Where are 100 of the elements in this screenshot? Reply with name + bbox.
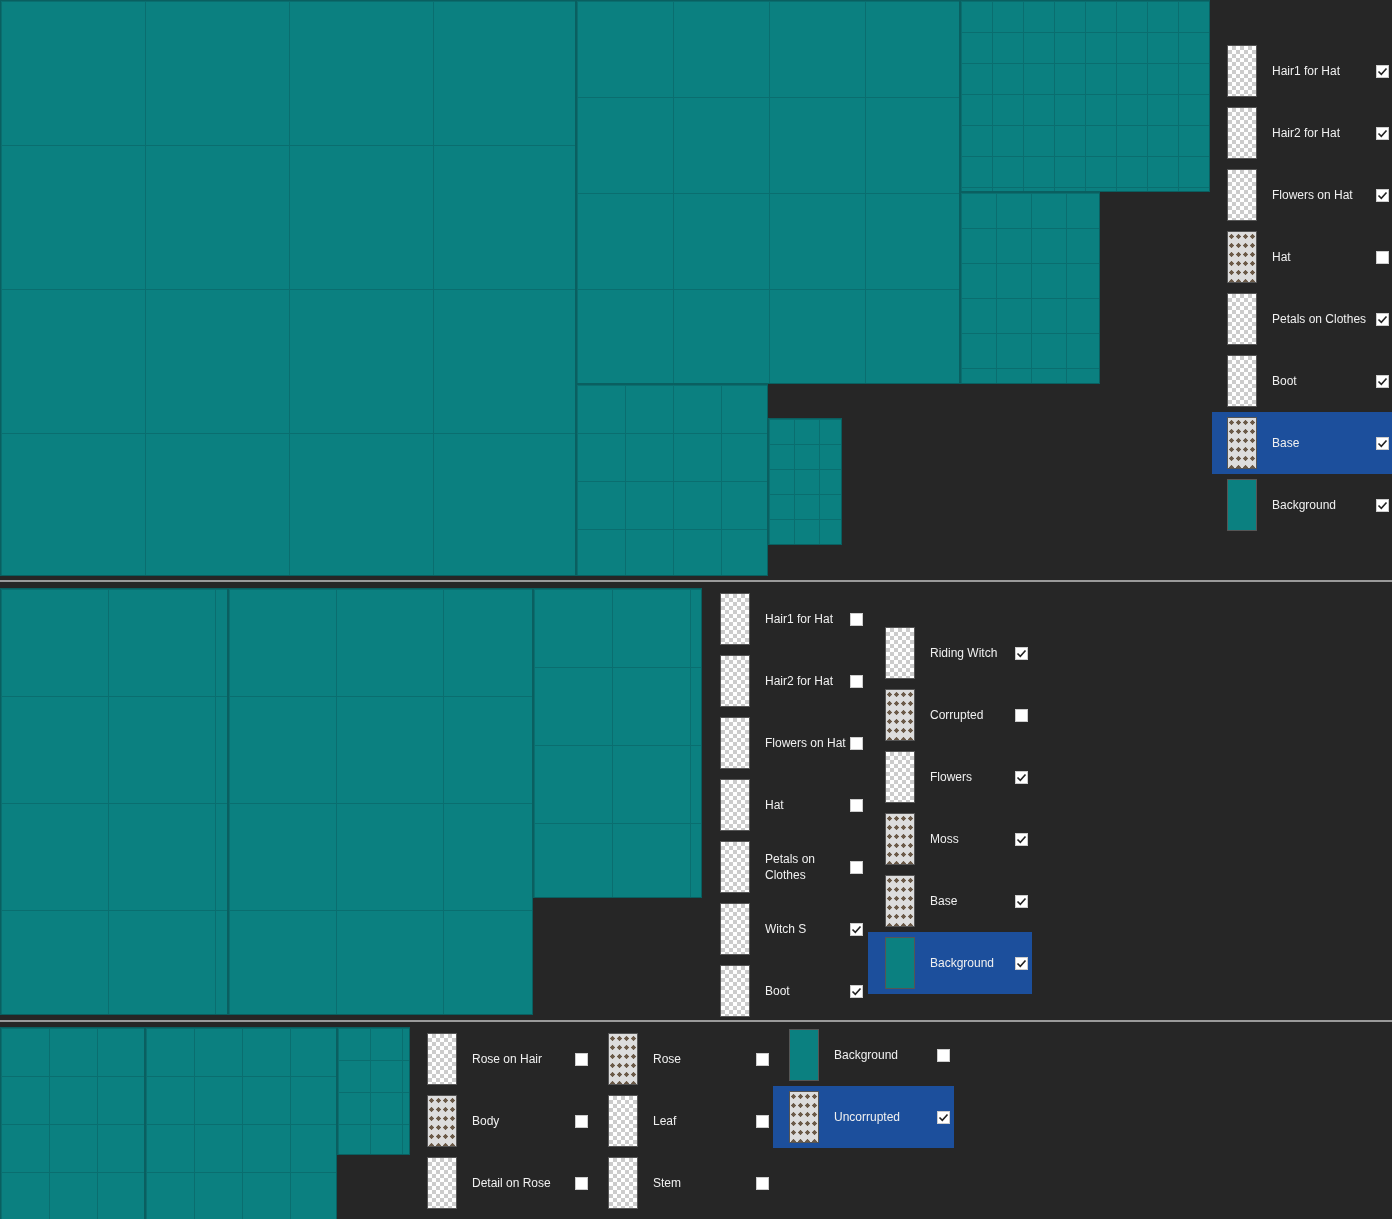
- layer-row[interactable]: Base: [868, 870, 1032, 932]
- sprite-thumbnail: [1227, 231, 1257, 283]
- color-thumbnail: [789, 1029, 819, 1081]
- layer-row[interactable]: Uncorrupted: [773, 1086, 954, 1148]
- transparent-thumbnail: [427, 1157, 457, 1209]
- visibility-checkbox[interactable]: [850, 612, 863, 626]
- layer-row[interactable]: Boot: [1212, 350, 1392, 412]
- transparent-thumbnail: [720, 779, 750, 831]
- layer-name: Hair1 for Hat: [1272, 63, 1342, 79]
- visibility-checkbox[interactable]: [850, 922, 863, 936]
- visibility-checkbox[interactable]: [1376, 374, 1389, 388]
- layer-name: Background: [1272, 497, 1338, 513]
- layer-name: Moss: [930, 831, 960, 847]
- visibility-checkbox[interactable]: [850, 860, 863, 874]
- layer-name: Body: [472, 1113, 501, 1129]
- visibility-checkbox[interactable]: [575, 1052, 588, 1066]
- visibility-checkbox[interactable]: [937, 1110, 950, 1124]
- visibility-checkbox[interactable]: [1376, 436, 1389, 450]
- color-thumbnail: [1227, 479, 1257, 531]
- visibility-checkbox[interactable]: [575, 1176, 588, 1190]
- layer-row[interactable]: Leaf: [608, 1090, 773, 1152]
- transparent-thumbnail: [1227, 293, 1257, 345]
- layer-row[interactable]: Flowers on Hat: [1212, 164, 1392, 226]
- layer-row[interactable]: Background: [868, 932, 1032, 994]
- layer-row[interactable]: Riding Witch: [868, 622, 1032, 684]
- visibility-checkbox[interactable]: [575, 1114, 588, 1128]
- visibility-checkbox[interactable]: [756, 1052, 769, 1066]
- transparent-thumbnail: [885, 627, 915, 679]
- visibility-checkbox[interactable]: [1015, 708, 1028, 722]
- transparent-thumbnail: [1227, 169, 1257, 221]
- layer-row[interactable]: Petals on Clothes: [720, 836, 868, 898]
- layer-name: Boot: [765, 983, 791, 999]
- layer-row[interactable]: Hair1 for Hat: [720, 588, 868, 650]
- layer-name: Uncorrupted: [834, 1109, 902, 1125]
- color-thumbnail: [885, 937, 915, 989]
- layer-row[interactable]: Rose: [608, 1028, 773, 1090]
- visibility-checkbox[interactable]: [1376, 498, 1389, 512]
- visibility-checkbox[interactable]: [1015, 894, 1028, 908]
- layer-row[interactable]: Boot: [720, 960, 868, 1022]
- layer-row[interactable]: Background: [1212, 474, 1392, 536]
- layer-name: Detail on Rose: [472, 1175, 552, 1191]
- layer-name: Leaf: [653, 1113, 678, 1129]
- visibility-checkbox[interactable]: [1376, 64, 1389, 78]
- layer-row[interactable]: Hat: [1212, 226, 1392, 288]
- layer-name: Riding Witch: [930, 645, 999, 661]
- visibility-checkbox[interactable]: [1015, 832, 1028, 846]
- layer-name: Witch S: [765, 921, 808, 937]
- visibility-checkbox[interactable]: [756, 1114, 769, 1128]
- transparent-thumbnail: [1227, 45, 1257, 97]
- layer-row[interactable]: Flowers on Hat: [720, 712, 868, 774]
- visibility-checkbox[interactable]: [850, 798, 863, 812]
- layer-row[interactable]: Petals on Clothes: [1212, 288, 1392, 350]
- layer-name: Rose: [653, 1051, 682, 1067]
- transparent-thumbnail: [1227, 107, 1257, 159]
- visibility-checkbox[interactable]: [756, 1176, 769, 1190]
- sprite-thumbnail: [427, 1095, 457, 1147]
- layer-name: Hat: [765, 797, 785, 813]
- layer-name: Background: [834, 1047, 900, 1063]
- layer-name: Flowers on Hat: [1272, 187, 1354, 203]
- layer-row[interactable]: Flowers: [868, 746, 1032, 808]
- layer-row[interactable]: Base: [1212, 412, 1392, 474]
- layer-name: Corrupted: [930, 707, 985, 723]
- layer-name: Rose on Hair: [472, 1051, 544, 1067]
- layer-name: Stem: [653, 1175, 682, 1191]
- transparent-thumbnail: [608, 1157, 638, 1209]
- layer-name: Flowers: [930, 769, 973, 785]
- visibility-checkbox[interactable]: [850, 984, 863, 998]
- layer-row[interactable]: Hair1 for Hat: [1212, 40, 1392, 102]
- layer-row[interactable]: Body: [427, 1090, 608, 1152]
- visibility-checkbox[interactable]: [1376, 188, 1389, 202]
- layer-name: Hair2 for Hat: [765, 673, 835, 689]
- layer-row[interactable]: Moss: [868, 808, 1032, 870]
- layer-name: Hair1 for Hat: [765, 611, 835, 627]
- sprite-thumbnail: [885, 689, 915, 741]
- visibility-checkbox[interactable]: [937, 1048, 950, 1062]
- visibility-checkbox[interactable]: [850, 674, 863, 688]
- visibility-checkbox[interactable]: [1015, 956, 1028, 970]
- layer-name: Flowers on Hat: [765, 735, 847, 751]
- sprite-thumbnail: [608, 1033, 638, 1085]
- visibility-checkbox[interactable]: [1376, 126, 1389, 140]
- visibility-checkbox[interactable]: [850, 736, 863, 750]
- layer-row[interactable]: Background: [773, 1024, 954, 1086]
- sprite-thumbnail: [885, 875, 915, 927]
- transparent-thumbnail: [608, 1095, 638, 1147]
- layer-row[interactable]: Hair2 for Hat: [720, 650, 868, 712]
- transparent-thumbnail: [427, 1033, 457, 1085]
- visibility-checkbox[interactable]: [1376, 312, 1389, 326]
- visibility-checkbox[interactable]: [1376, 250, 1389, 264]
- layer-row[interactable]: Detail on Rose: [427, 1152, 608, 1214]
- layer-row[interactable]: Witch S: [720, 898, 868, 960]
- layer-row[interactable]: Hat: [720, 774, 868, 836]
- visibility-checkbox[interactable]: [1015, 646, 1028, 660]
- layer-row[interactable]: Corrupted: [868, 684, 1032, 746]
- layer-row[interactable]: Hair2 for Hat: [1212, 102, 1392, 164]
- sprite-thumbnail: [885, 813, 915, 865]
- visibility-checkbox[interactable]: [1015, 770, 1028, 784]
- layer-row[interactable]: Stem: [608, 1152, 773, 1214]
- transparent-thumbnail: [720, 841, 750, 893]
- layer-name: Petals on Clothes: [1272, 311, 1368, 327]
- layer-row[interactable]: Rose on Hair: [427, 1028, 608, 1090]
